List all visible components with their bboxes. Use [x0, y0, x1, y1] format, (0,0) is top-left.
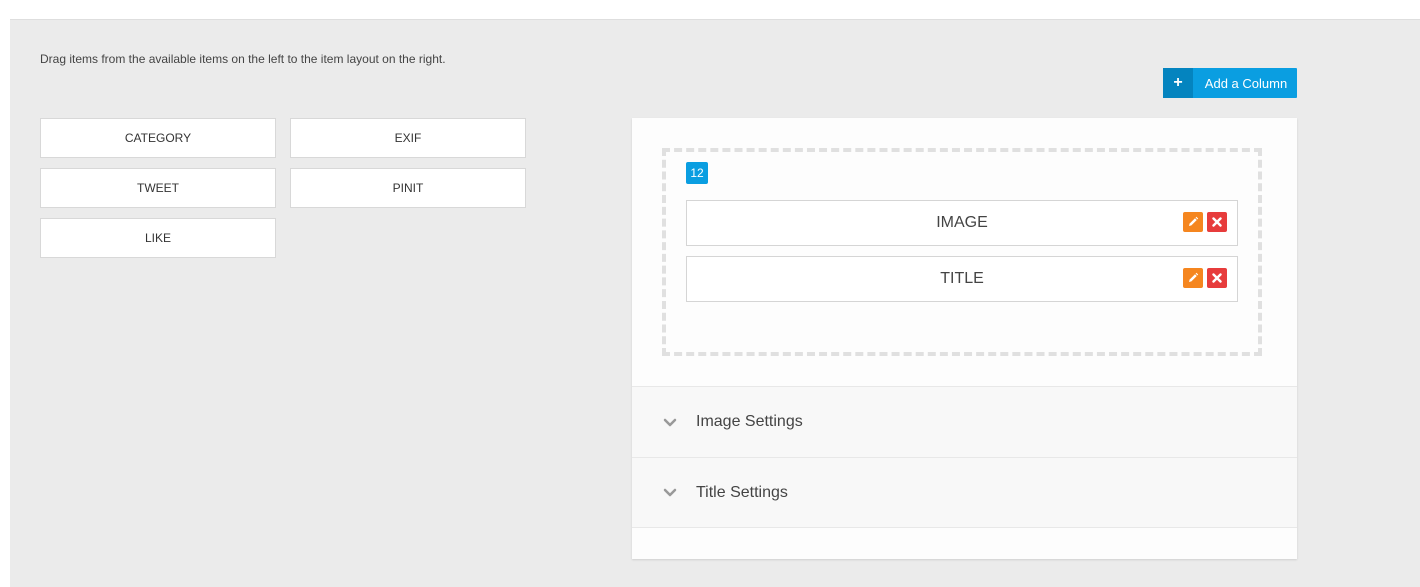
item-layout-panel: Drag items from the available items on t… — [10, 19, 1420, 587]
layout-column-dropzone[interactable]: 12 IMAGE TITLE — [662, 148, 1262, 356]
image-settings-title: Image Settings — [696, 413, 803, 430]
close-icon — [1212, 273, 1222, 283]
layout-item-title[interactable]: TITLE — [686, 256, 1238, 302]
remove-image-button[interactable] — [1207, 212, 1227, 232]
layout-item-image[interactable]: IMAGE — [686, 200, 1238, 246]
remove-title-button[interactable] — [1207, 268, 1227, 288]
item-layout-card: 12 IMAGE TITLE Image Settings Title Sett… — [632, 118, 1297, 559]
available-item-exif[interactable]: EXIF — [290, 118, 526, 158]
edit-title-button[interactable] — [1183, 268, 1203, 288]
available-item-tweet[interactable]: TWEET — [40, 168, 276, 208]
chevron-down-icon — [632, 418, 696, 427]
column-size-badge: 12 — [686, 162, 708, 184]
pencil-icon — [1189, 216, 1199, 226]
plus-icon: + — [1163, 68, 1193, 98]
add-column-button[interactable]: + Add a Column — [1163, 68, 1297, 98]
pencil-icon — [1189, 272, 1199, 282]
title-settings-title: Title Settings — [696, 483, 788, 501]
close-icon — [1212, 217, 1222, 227]
add-column-label: Add a Column — [1204, 75, 1288, 91]
layout-item-label: IMAGE — [936, 214, 988, 231]
chevron-down-icon — [632, 488, 696, 497]
available-item-category[interactable]: CATEGORY — [40, 118, 276, 158]
item-actions — [1183, 212, 1227, 232]
title-settings-accordion[interactable]: Title Settings — [632, 457, 1297, 528]
image-settings-accordion[interactable]: Image Settings — [632, 386, 1297, 457]
instructions-text: Drag items from the available items on t… — [40, 52, 446, 66]
layout-item-label: TITLE — [940, 270, 984, 287]
available-item-pinit[interactable]: PINIT — [290, 168, 526, 208]
edit-image-button[interactable] — [1183, 212, 1203, 232]
item-actions — [1183, 268, 1227, 288]
available-item-like[interactable]: LIKE — [40, 218, 276, 258]
